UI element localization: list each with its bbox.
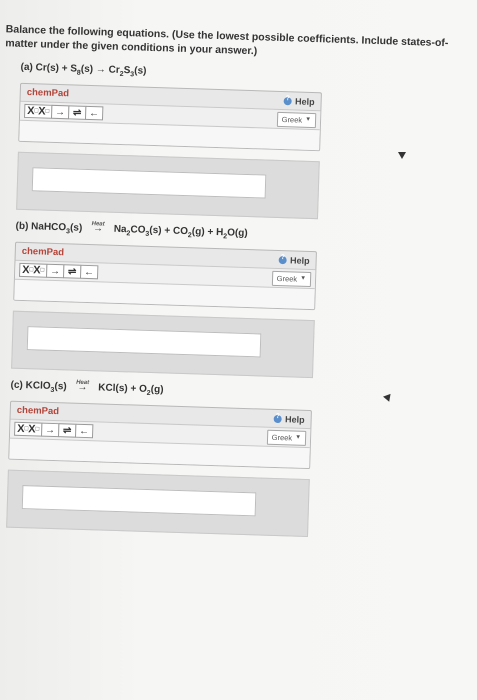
answer-input-a[interactable] <box>31 167 267 199</box>
equilibrium-arrow-button[interactable]: ⇌ <box>67 105 87 120</box>
chempad-title: chemPad <box>26 87 70 100</box>
left-arrow-button[interactable]: ← <box>74 423 94 439</box>
equilibrium-arrow-button[interactable]: ⇌ <box>57 423 77 438</box>
greek-label: Greek <box>276 273 298 284</box>
tool-group: X □ X □ → ⇌ ← <box>19 262 99 280</box>
question-c: (c) KClO3(s) Heat → KCl(s) + O2(g) chemPa… <box>6 379 454 542</box>
chempad-title: chemPad <box>16 404 60 418</box>
left-arrow-button[interactable]: ← <box>84 105 104 121</box>
help-link[interactable]: Help <box>284 96 315 107</box>
chempad-title: chemPad <box>21 245 65 259</box>
answer-input-b[interactable] <box>26 326 262 358</box>
help-icon <box>284 96 293 105</box>
answer-input-c[interactable] <box>21 485 257 517</box>
help-link[interactable]: Help <box>279 254 310 266</box>
help-icon <box>279 255 288 264</box>
right-arrow-button[interactable]: → <box>45 263 65 279</box>
equilibrium-arrow-button[interactable]: ⇌ <box>62 264 82 279</box>
tool-group: X □ X □ → ⇌ ← <box>24 103 104 121</box>
chempad-c: chemPad Help X□X□ → ⇌ ← Greek▼ <box>8 400 312 470</box>
chevron-down-icon: ▼ <box>300 275 307 282</box>
heat-arrow: Heat → <box>91 221 105 235</box>
help-label: Help <box>294 95 315 107</box>
answer-panel-a <box>16 151 320 220</box>
help-icon <box>274 414 283 423</box>
greek-dropdown[interactable]: Greek ▼ <box>276 111 317 128</box>
assignment-content: Balance the following equations. (Use th… <box>0 22 466 542</box>
right-arrow-button[interactable]: → <box>50 104 70 120</box>
help-label: Help <box>290 254 310 266</box>
help-label: Help <box>285 413 305 425</box>
mouse-cursor-icon <box>398 152 406 159</box>
chempad-a: chemPad Help X□X□ → ⇌ ← Greek▼ <box>18 82 322 152</box>
question-b: (b) NaHCO3(s) Heat → Na2CO3(s) + CO2(g) +… <box>11 220 459 383</box>
help-link[interactable]: Help <box>274 413 305 424</box>
left-arrow-button[interactable]: ← <box>79 264 99 280</box>
chempad-b: chemPad Help X□X□ → ⇌ ← Greek▼ <box>13 241 317 311</box>
answer-panel-c <box>6 469 310 538</box>
subscript-superscript-button[interactable]: X □ X □ <box>14 421 43 437</box>
subscript-superscript-button[interactable]: X □ X □ <box>19 262 48 278</box>
greek-label: Greek <box>271 432 293 443</box>
greek-dropdown[interactable]: Greek ▼ <box>266 429 307 446</box>
answer-panel-b <box>11 310 315 379</box>
greek-dropdown[interactable]: Greek ▼ <box>271 270 312 287</box>
greek-label: Greek <box>281 114 303 125</box>
chevron-down-icon: ▼ <box>295 434 302 441</box>
right-arrow-button[interactable]: → <box>40 422 60 438</box>
heat-arrow: Heat → <box>76 379 90 394</box>
subscript-superscript-button[interactable]: X □ X □ <box>24 103 53 119</box>
chevron-down-icon: ▼ <box>305 116 312 123</box>
question-a: (a) Cr(s) + S8(s) → Cr2S3(s) chemPad Hel… <box>16 61 464 224</box>
tool-group: X □ X □ → ⇌ ← <box>14 421 94 439</box>
